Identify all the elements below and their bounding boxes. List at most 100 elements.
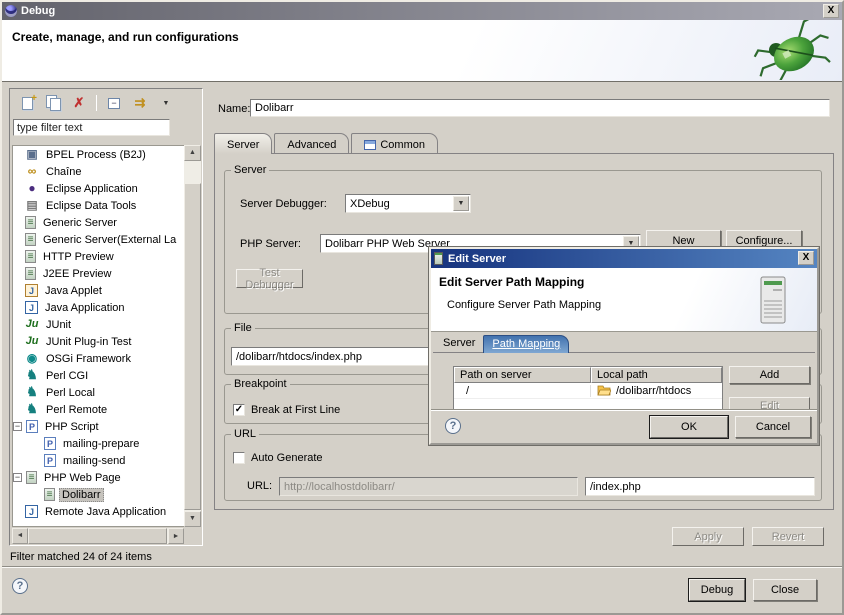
checkbox-label: Break at First Line — [251, 404, 340, 416]
scrollbar-thumb[interactable] — [184, 183, 201, 510]
column-header[interactable]: Path on server — [454, 367, 591, 383]
apply-button[interactable]: Apply — [672, 527, 744, 546]
cancel-button[interactable]: Cancel — [735, 416, 811, 438]
tree-item-label: Perl Remote — [43, 403, 110, 417]
ok-button[interactable]: OK — [650, 416, 728, 438]
filter-icon: ⇉ — [135, 95, 146, 111]
tab-common[interactable]: Common — [351, 133, 438, 154]
new-configuration-button[interactable]: + — [16, 93, 38, 113]
tree-item[interactable]: ∞Chaîne — [13, 163, 184, 180]
server-icon: ≡ — [44, 488, 55, 501]
tree-item[interactable]: ◉OSGi Framework — [13, 350, 184, 367]
filter-launch-button[interactable]: ⇉ — [129, 93, 151, 113]
column-header[interactable]: Local path — [591, 367, 722, 383]
tree-item[interactable]: ≡J2EE Preview — [13, 265, 184, 282]
scroll-left-icon[interactable]: ◄ — [12, 528, 28, 544]
tree-item[interactable]: ▣BPEL Process (B2J) — [13, 146, 184, 163]
tree-item[interactable]: ♞ Perl Local — [13, 384, 184, 401]
toolbar-menu-button[interactable]: ▼ — [155, 93, 177, 113]
tree-item[interactable]: −PPHP Script — [13, 418, 184, 435]
server-tower-icon — [759, 276, 787, 324]
scroll-down-icon[interactable]: ▼ — [184, 511, 201, 527]
footer-separator — [2, 566, 842, 568]
tree-item[interactable]: JuJUnit Plug-in Test — [13, 333, 184, 350]
dialog-close-icon[interactable]: X — [798, 251, 814, 265]
tab-label: Path Mapping — [492, 338, 560, 350]
tree-item[interactable]: ♞Perl CGI — [13, 367, 184, 384]
collapse-all-button[interactable]: − — [103, 93, 125, 113]
tab-label: Advanced — [287, 139, 336, 151]
edit-server-dialog: Edit Server X Edit Server Path Mapping C… — [429, 247, 819, 445]
tree-item-label: Java Applet — [42, 284, 105, 298]
perl-icon: ♞ — [25, 386, 39, 399]
close-button[interactable]: Close — [753, 579, 817, 601]
tree-item[interactable]: ≡Generic Server(External La — [13, 231, 184, 248]
window-close-icon[interactable]: X — [823, 4, 839, 18]
title-bar[interactable]: Debug X — [2, 2, 842, 20]
tree-item[interactable]: JuJUnit — [13, 316, 184, 333]
php-icon: P — [26, 420, 38, 433]
tree-item[interactable]: ≡Dolibarr — [13, 486, 184, 503]
test-debugger-button[interactable]: Test Debugger — [236, 269, 303, 288]
debug-button[interactable]: Debug — [689, 579, 745, 601]
tree-item-label: Eclipse Application — [43, 182, 141, 196]
name-input[interactable] — [250, 99, 830, 117]
tree-item[interactable]: Pmailing-send — [13, 452, 184, 469]
table-header: Path on server Local path — [454, 367, 722, 383]
url-path-input[interactable] — [585, 477, 815, 496]
tree-item[interactable]: JRemote Java Application — [13, 503, 184, 520]
duplicate-configuration-button[interactable] — [42, 93, 64, 113]
delete-configuration-button[interactable]: ✗ — [68, 93, 90, 113]
folder-icon — [597, 385, 611, 396]
collapse-expander-icon[interactable]: − — [13, 473, 22, 482]
new-plus-icon: + — [31, 93, 37, 104]
auto-generate-checkbox[interactable]: Auto Generate — [233, 452, 323, 464]
server-debugger-value: XDebug — [346, 198, 453, 210]
server-icon: ≡ — [26, 471, 37, 484]
tree-item-label: Eclipse Data Tools — [43, 199, 139, 213]
path-mapping-table[interactable]: Path on server Local path //dolibarr/htd… — [453, 366, 723, 412]
dialog-title-bar[interactable]: Edit Server X — [431, 249, 817, 268]
url-base-input — [279, 477, 578, 496]
server-debugger-select[interactable]: XDebug ▼ — [345, 194, 471, 213]
revert-button[interactable]: Revert — [752, 527, 824, 546]
tree-item[interactable]: ♞Perl Remote — [13, 401, 184, 418]
scroll-up-icon[interactable]: ▲ — [184, 145, 201, 161]
help-icon[interactable]: ? — [445, 418, 461, 434]
tree-item[interactable]: ▤Eclipse Data Tools — [13, 197, 184, 214]
chevron-down-icon[interactable]: ▼ — [453, 196, 469, 211]
scrollbar-thumb[interactable] — [28, 528, 167, 544]
tab-advanced[interactable]: Advanced — [274, 133, 349, 154]
tree-item[interactable]: −≡PHP Web Page — [13, 469, 184, 486]
url-label: URL: — [247, 480, 272, 492]
tree-item[interactable]: Pmailing-prepare — [13, 435, 184, 452]
path-mapping-content: Path on server Local path //dolibarr/htd… — [433, 352, 815, 412]
tab-server[interactable]: Server — [214, 133, 272, 154]
help-icon[interactable]: ? — [12, 578, 28, 594]
tree-item[interactable]: JJava Application — [13, 299, 184, 316]
add-mapping-button[interactable]: Add — [729, 366, 810, 384]
tree-item[interactable]: JJava Applet — [13, 282, 184, 299]
tab-server-settings[interactable]: Server — [435, 335, 483, 353]
filter-input[interactable] — [13, 119, 170, 136]
collapse-expander-icon[interactable]: − — [13, 422, 22, 431]
scroll-right-icon[interactable]: ► — [168, 528, 184, 544]
tab-path-mapping[interactable]: Path Mapping — [483, 335, 569, 353]
tab-label: Server — [443, 337, 475, 349]
checkbox-label: Auto Generate — [251, 452, 323, 464]
tree-item-label: BPEL Process (B2J) — [43, 148, 149, 162]
server-icon: ≡ — [25, 233, 36, 246]
tree-item-label: HTTP Preview — [40, 250, 117, 264]
tree-item[interactable]: ≡HTTP Preview — [13, 248, 184, 265]
collapse-all-icon: − — [108, 98, 120, 109]
tree-item[interactable]: ●Eclipse Application — [13, 180, 184, 197]
tree-item-label: OSGi Framework — [43, 352, 134, 366]
tree-item[interactable]: ≡Generic Server — [13, 214, 184, 231]
checkbox-checked-icon[interactable]: ✓ — [233, 404, 245, 416]
break-first-line-checkbox[interactable]: ✓ Break at First Line — [233, 404, 340, 416]
tree-horizontal-scrollbar[interactable]: ◄ ► — [12, 528, 184, 544]
tree-item-label: Perl Local — [43, 386, 98, 400]
table-row[interactable]: //dolibarr/htdocs — [454, 383, 722, 399]
tree-vertical-scrollbar[interactable]: ▲ ▼ — [184, 145, 201, 527]
checkbox-unchecked-icon[interactable] — [233, 452, 245, 464]
